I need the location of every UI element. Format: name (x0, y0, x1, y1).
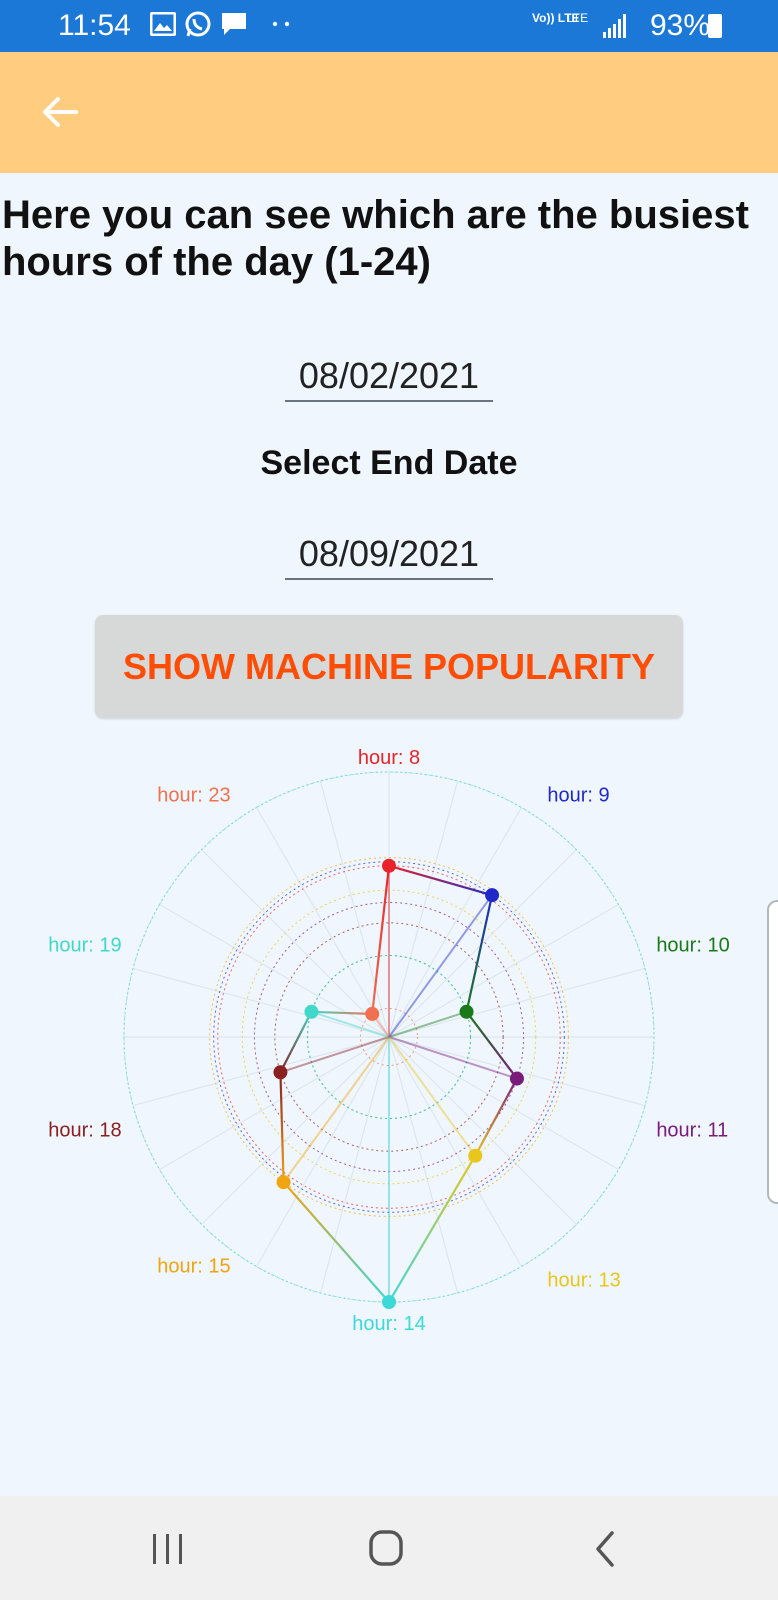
radar-spoke (388, 807, 523, 1038)
radar-spoke (159, 903, 390, 1038)
radar-axis-label: hour: 19 (48, 934, 121, 956)
radar-spoke (388, 967, 646, 1038)
radar-spoke (388, 780, 459, 1038)
end-date-field[interactable] (285, 530, 493, 580)
battery-percent: 93% (649, 9, 710, 42)
back-chevron-icon[interactable] (576, 1524, 636, 1574)
lte-label: LTE (567, 11, 589, 25)
app-bar (0, 52, 778, 173)
end-date-label: Select End Date (260, 444, 518, 482)
radar-radial (388, 1036, 518, 1080)
radar-point (273, 1065, 288, 1080)
radar-axis-label: hour: 15 (157, 1256, 230, 1278)
radar-spoke (201, 849, 390, 1038)
home-icon[interactable] (356, 1524, 416, 1574)
radar-spoke (132, 1036, 390, 1107)
status-bar: 11:54 Vo)) LTE LTE 93% (0, 0, 778, 52)
radar-axis-label: hour: 13 (547, 1270, 620, 1292)
radar-edge (279, 1072, 285, 1183)
radar-radial (388, 1010, 467, 1038)
radar-spoke (319, 780, 390, 1038)
radar-axis-label: hour: 10 (656, 934, 729, 956)
notification-icons (150, 10, 294, 38)
battery-icon (708, 14, 722, 38)
radar-point (365, 1006, 380, 1021)
radar-point (304, 1004, 319, 1019)
radar-axis-label: hour: 18 (48, 1120, 121, 1142)
chat-icon (222, 13, 246, 35)
radar-spoke (388, 1036, 646, 1107)
whatsapp-icon (185, 11, 211, 37)
more-dots-icon (272, 21, 290, 27)
radar-edge (465, 1011, 518, 1080)
radar-spoke (388, 849, 577, 1038)
page-heading: Here you can see which are the busiest h… (2, 193, 749, 284)
status-time: 11:54 (58, 9, 131, 42)
radar-point (276, 1175, 291, 1190)
navigation-bar (0, 1496, 778, 1600)
image-icon (150, 12, 176, 36)
radar-spoke (388, 1036, 459, 1294)
radar-point (485, 888, 500, 903)
radar-radial (388, 1036, 477, 1157)
radar-spoke (159, 1036, 390, 1171)
radar-point (459, 1004, 474, 1019)
radar-spoke (388, 903, 619, 1038)
radar-point (382, 858, 396, 873)
radar-spoke (255, 807, 390, 1038)
radar-spoke (132, 967, 390, 1038)
radar-edge (282, 1181, 390, 1303)
radar-axis-label: hour: 9 (547, 784, 609, 806)
start-date-field[interactable] (285, 352, 493, 402)
signal-icon (603, 14, 626, 38)
radar-edge (371, 865, 391, 1015)
radar-axis-label: hour: 11 (656, 1120, 728, 1142)
radar-axis-label: hour: 8 (358, 747, 420, 769)
radar-spoke (319, 1036, 390, 1294)
radar-edge (311, 1010, 373, 1016)
radar-spoke (388, 1036, 523, 1267)
show-machine-popularity-button[interactable]: SHOW MACHINE POPULARITY (95, 615, 683, 718)
radar-chart: hour: 8 hour: 9 hour: 10 hour: 11 hour: 13 ho… (48, 747, 729, 1335)
radar-point (509, 1071, 524, 1086)
radar-axis-label: hour: 23 (157, 784, 230, 806)
radar-axis-label: hour: 14 (352, 1313, 425, 1335)
radar-point (468, 1148, 483, 1163)
back-arrow-icon[interactable] (36, 88, 84, 136)
edge-panel-handle[interactable] (767, 900, 778, 1204)
radar-spoke (388, 1036, 577, 1225)
radar-point (382, 1295, 396, 1309)
recents-icon[interactable] (138, 1524, 198, 1574)
